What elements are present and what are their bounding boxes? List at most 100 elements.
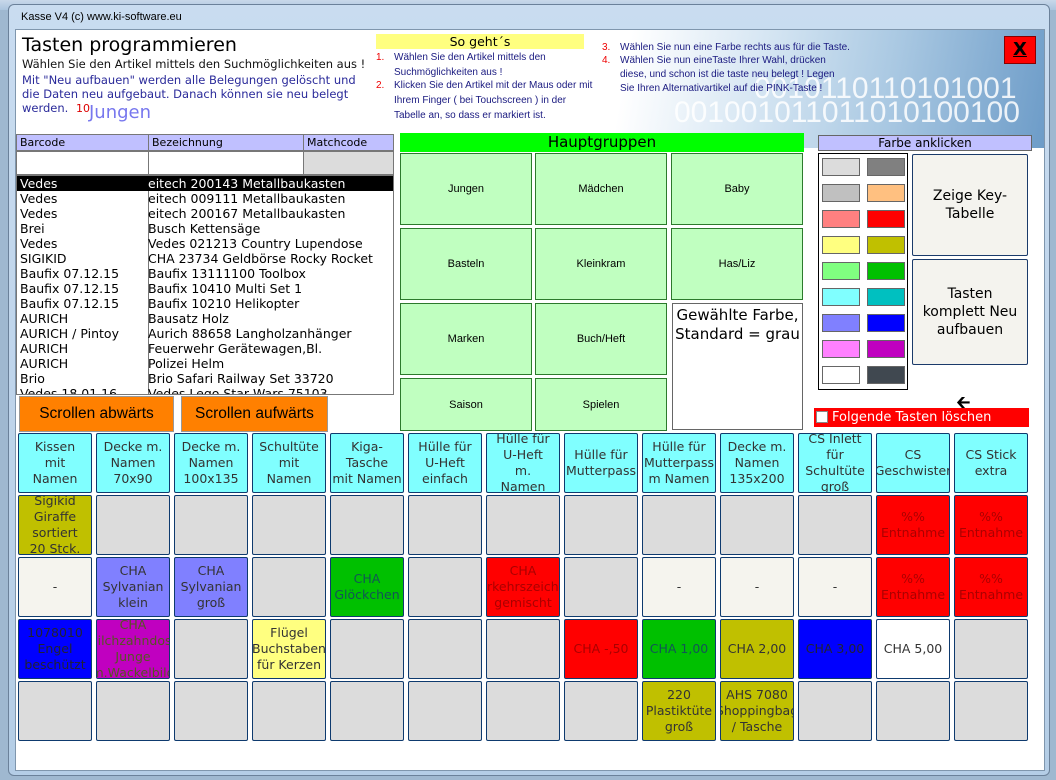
key-button[interactable] [408,495,482,555]
key-button[interactable]: CHA Verkehrszeichen gemischt [486,557,560,617]
color-swatch[interactable] [822,236,860,254]
key-header-button[interactable]: Decke m. Namen 100x135 [174,433,248,493]
key-header-button[interactable]: Decke m. Namen 70x90 [96,433,170,493]
key-button[interactable] [564,557,638,617]
barcode-search-input[interactable] [16,151,149,175]
key-button[interactable]: %% Entnahme [876,495,950,555]
color-swatch[interactable] [867,210,905,228]
key-button[interactable] [252,495,326,555]
key-button[interactable]: Sigikid Giraffe sortiert 20 Stck. [18,495,92,555]
key-button[interactable]: - [18,557,92,617]
key-header-button[interactable]: Hülle für Mutterpass [564,433,638,493]
color-swatch[interactable] [822,262,860,280]
key-button[interactable]: %% Entnahme [876,557,950,617]
key-button[interactable] [720,495,794,555]
key-button[interactable]: AHS 7080 Shoppingbag / Tasche [720,681,794,741]
column-header-barcode[interactable]: Barcode [16,134,149,151]
key-button[interactable]: - [642,557,716,617]
color-swatch[interactable] [822,210,860,228]
hauptgruppe-button[interactable]: Kleinkram [535,228,667,300]
key-button[interactable] [330,495,404,555]
key-button[interactable] [330,619,404,679]
key-button[interactable] [252,557,326,617]
matchcode-search-input[interactable] [303,151,394,175]
key-button[interactable]: %% Entnahme [954,557,1028,617]
color-swatch[interactable] [822,340,860,358]
list-item[interactable]: AURICH Bausatz Holz [17,311,393,326]
key-button[interactable] [564,495,638,555]
color-swatch[interactable] [822,366,860,384]
column-header-bezeichnung[interactable]: Bezeichnung [148,134,304,151]
color-swatch[interactable] [867,314,905,332]
bezeichnung-search-input[interactable] [148,151,304,175]
key-header-button[interactable]: Schultüte mit Namen [252,433,326,493]
color-swatch[interactable] [867,184,905,202]
show-key-table-button[interactable]: Zeige Key-Tabelle [912,154,1028,256]
key-button[interactable]: Flügel Buchstaben für Kerzen [252,619,326,679]
key-button[interactable]: CHA Sylvanian klein [96,557,170,617]
key-button[interactable] [642,495,716,555]
key-button[interactable] [798,495,872,555]
key-button[interactable] [174,681,248,741]
key-button[interactable] [330,681,404,741]
key-button[interactable]: CHA Sylvanian groß [174,557,248,617]
key-button[interactable] [174,495,248,555]
list-item[interactable]: Vedes eitech 200143 Metallbaukasten [17,176,393,191]
key-header-button[interactable]: Hülle für U-Heft einfach [408,433,482,493]
key-button[interactable]: CHA 3,00 [798,619,872,679]
key-button[interactable]: CHA -,50 [564,619,638,679]
key-button[interactable]: 220 Plastiktüte groß [642,681,716,741]
list-item[interactable]: AURICH / Pintoy Aurich 88658 Langholzanhä… [17,326,393,341]
list-item[interactable]: Baufix 07.12.15 Baufix 10210 Helikopter [17,296,393,311]
delete-keys-checkbox[interactable] [816,411,828,423]
hauptgruppe-button[interactable]: Saison [400,378,532,431]
key-button[interactable] [954,681,1028,741]
color-swatch[interactable] [867,158,905,176]
list-item[interactable]: Brio Brio Safari Railway Set 33720 [17,371,393,386]
key-header-button[interactable]: CS Stick extra [954,433,1028,493]
color-swatch[interactable] [822,158,860,176]
key-button[interactable] [96,681,170,741]
list-item[interactable]: SIGIKID CHA 23734 Geldbörse Rocky Rocket [17,251,393,266]
key-header-button[interactable]: Kiga-Tasche mit Namen [330,433,404,493]
hauptgruppe-button[interactable]: Has/Liz [671,228,803,300]
list-item[interactable]: AURICH Feuerwehr Gerätewagen,Bl. [17,341,393,356]
key-button[interactable] [486,619,560,679]
list-item[interactable]: Baufix 07.12.15 Baufix 10410 Multi Set 1 [17,281,393,296]
key-header-button[interactable]: Hülle für Mutterpass m Namen [642,433,716,493]
key-button[interactable] [486,495,560,555]
key-button[interactable] [954,619,1028,679]
list-item[interactable]: Vedes 18.01.16 Vedes Lego Star Wars 75103 [17,386,393,394]
column-header-matchcode[interactable]: Matchcode [303,134,394,151]
key-button[interactable]: CHA Glöckchen [330,557,404,617]
color-swatch[interactable] [867,340,905,358]
key-button[interactable]: CHA Milchzahndose Junge m.Wackelbild [96,619,170,679]
hauptgruppe-button[interactable]: Spielen [535,378,667,431]
hauptgruppe-button[interactable]: Baby [671,153,803,225]
list-item[interactable]: Baufix 07.12.15 Baufix 13111100 Toolbox [17,266,393,281]
key-header-button[interactable]: CS Inlett für Schultüte groß [798,433,872,493]
scroll-up-button[interactable]: Scrollen aufwärts [181,396,328,432]
key-button[interactable]: - [720,557,794,617]
hauptgruppe-button[interactable]: Jungen [400,153,532,225]
hauptgruppe-button[interactable]: Basteln [400,228,532,300]
color-swatch[interactable] [822,314,860,332]
hauptgruppe-button[interactable]: Buch/Heft [535,303,667,375]
delete-keys-checkbox-row[interactable]: Folgende Tasten löschen [814,408,1029,427]
key-button[interactable]: CHA 5,00 [876,619,950,679]
color-swatch[interactable] [822,184,860,202]
color-swatch[interactable] [822,288,860,306]
key-button[interactable] [798,681,872,741]
list-item[interactable]: AURICH Polizei Helm [17,356,393,371]
key-button[interactable] [876,681,950,741]
hauptgruppe-button[interactable]: Mädchen [535,153,667,225]
key-header-button[interactable]: Decke m. Namen 135x200 [720,433,794,493]
hauptgruppe-button[interactable]: Marken [400,303,532,375]
key-header-button[interactable]: CS Geschwister [876,433,950,493]
key-button[interactable] [252,681,326,741]
article-list[interactable]: Vedes eitech 200143 Metallbaukasten Vedes e… [16,175,394,395]
key-button[interactable]: 1078010 Engel beschützt [18,619,92,679]
list-item[interactable]: Brei Busch Kettensäge [17,221,393,236]
color-swatch[interactable] [867,236,905,254]
close-button[interactable]: X [1004,36,1036,64]
